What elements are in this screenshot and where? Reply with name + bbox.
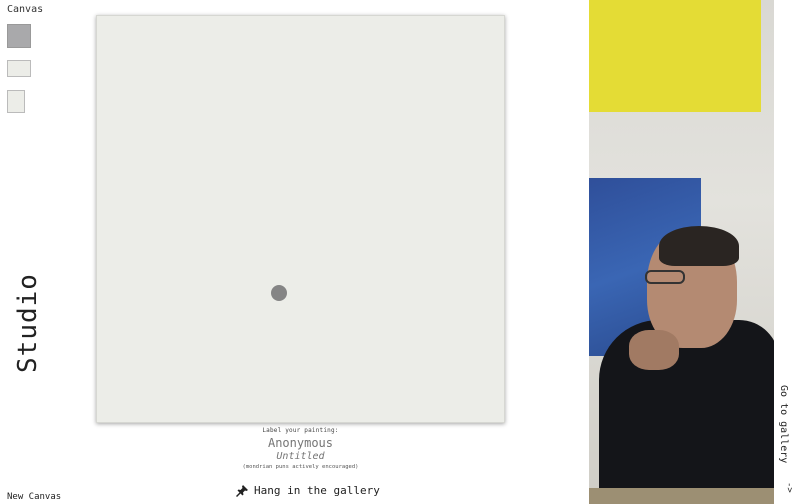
studio-title: Studio xyxy=(13,273,43,373)
canvas-size-landscape-swatch[interactable] xyxy=(7,60,31,77)
label-area: Label your painting: (mondrian puns acti… xyxy=(96,427,505,470)
canvas-size-square-swatch[interactable] xyxy=(7,24,31,48)
canvas-size-portrait-swatch[interactable] xyxy=(7,90,25,113)
mondrian-photo xyxy=(589,0,774,504)
painting-canvas[interactable] xyxy=(96,15,505,423)
artist-name-input[interactable] xyxy=(200,436,401,450)
desk xyxy=(589,488,774,504)
yellow-painting xyxy=(589,0,761,112)
new-canvas-button[interactable]: New Canvas xyxy=(7,492,61,502)
go-to-gallery-label: Go to gallery xyxy=(778,385,789,464)
person-hair xyxy=(659,226,739,266)
hang-in-gallery-button[interactable]: Hang in the gallery xyxy=(236,484,380,497)
painting-title-input[interactable] xyxy=(200,451,401,462)
brush-cursor-dot xyxy=(271,285,287,301)
pin-icon xyxy=(236,484,248,497)
go-to-gallery-button[interactable]: Go to gallery xyxy=(778,385,798,465)
pun-hint: (mondrian puns actively encouraged) xyxy=(242,464,359,470)
person-hand xyxy=(629,330,679,370)
arrow-right-icon[interactable]: -> xyxy=(784,482,794,493)
person-glasses xyxy=(645,270,685,284)
canvas-panel-title: Canvas xyxy=(7,4,44,15)
hang-button-label: Hang in the gallery xyxy=(254,484,380,497)
label-prompt: Label your painting: xyxy=(262,427,339,434)
